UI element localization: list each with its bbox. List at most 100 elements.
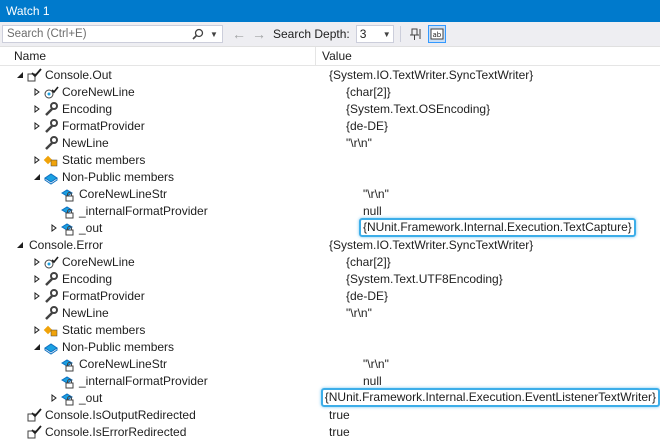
watch-row[interactable]: Non-Public members xyxy=(0,168,660,185)
search-dropdown-chevron-icon[interactable]: ▼ xyxy=(206,30,222,39)
wrench-icon xyxy=(43,101,59,117)
search-forward-arrow-icon[interactable]: → xyxy=(249,26,269,42)
collapsed-triangle-icon[interactable] xyxy=(31,256,43,268)
watch-row[interactable]: FormatProvider {de-DE} xyxy=(0,287,660,304)
watch-row-name-cell: Static members xyxy=(0,322,346,338)
search-box[interactable]: Search (Ctrl+E) ▼ xyxy=(2,25,223,43)
watch-toolbar: Search (Ctrl+E) ▼ ← → Search Depth: 3 ▼ … xyxy=(0,22,660,47)
watch-row-value: true xyxy=(329,407,350,422)
private-field-icon xyxy=(60,373,76,389)
collapsed-triangle-icon[interactable] xyxy=(48,222,60,234)
watch-row-value: {char[2]} xyxy=(346,84,391,99)
watch-row[interactable]: CoreNewLine {char[2]} xyxy=(0,253,660,270)
collapsed-triangle-icon[interactable] xyxy=(31,86,43,98)
watch-row[interactable]: _out {NUnit.Framework.Internal.Execution.… xyxy=(0,218,660,237)
watch-row[interactable]: Console.Error {System.IO.TextWriter.SyncT… xyxy=(0,236,660,253)
watch-row[interactable]: _out {NUnit.Framework.Internal.Execution.… xyxy=(0,388,660,407)
watch-row[interactable]: Encoding {System.Text.OSEncoding} xyxy=(0,100,660,117)
hexadecimal-display-toggle-icon[interactable]: ab xyxy=(427,25,446,43)
watch-row-value-cell: {de-DE} xyxy=(346,289,660,303)
watch-row-name-cell: CoreNewLine xyxy=(0,254,346,270)
non-public-members-icon xyxy=(43,169,59,185)
watch-row-value-cell: null xyxy=(363,204,660,218)
watch-row-name-cell: FormatProvider xyxy=(0,288,346,304)
watch-row-name: Console.IsErrorRedirected xyxy=(45,424,187,439)
collapsed-triangle-icon[interactable] xyxy=(31,154,43,166)
watch-row-name-cell: _internalFormatProvider xyxy=(0,203,363,219)
watch-row-value: null xyxy=(363,203,382,218)
collapsed-triangle-icon[interactable] xyxy=(31,120,43,132)
collapsed-triangle-icon[interactable] xyxy=(31,103,43,115)
watch-row[interactable]: FormatProvider {de-DE} xyxy=(0,117,660,134)
search-back-arrow-icon[interactable]: ← xyxy=(229,26,249,42)
expanded-triangle-icon[interactable] xyxy=(14,239,26,251)
watch-row-name: Static members xyxy=(62,322,146,337)
watch-row-name-cell: Console.IsOutputRedirected xyxy=(0,407,329,423)
watch-row-name: FormatProvider xyxy=(62,118,145,133)
watch-row-value: "\r\n" xyxy=(363,186,389,201)
collapsed-triangle-icon[interactable] xyxy=(48,392,60,404)
watch-row[interactable]: Console.Out {System.IO.TextWriter.SyncTex… xyxy=(0,66,660,83)
collapsed-triangle-icon[interactable] xyxy=(31,290,43,302)
watch-row-value: {System.IO.TextWriter.SyncTextWriter} xyxy=(329,237,534,252)
collapsed-triangle-icon[interactable] xyxy=(31,273,43,285)
watch-row[interactable]: CoreNewLineStr "\r\n" xyxy=(0,185,660,202)
wrench-icon xyxy=(43,135,59,151)
watch-row-value: {de-DE} xyxy=(346,118,389,133)
search-input[interactable]: Search (Ctrl+E) xyxy=(3,28,190,40)
expanded-triangle-icon[interactable] xyxy=(31,171,43,183)
watch-row[interactable]: _internalFormatProvider null xyxy=(0,372,660,389)
watch-row[interactable]: Static members xyxy=(0,321,660,338)
watch-row-name: Non-Public members xyxy=(62,339,175,354)
watch-rows: Console.Out {System.IO.TextWriter.SyncTex… xyxy=(0,66,660,440)
watch-row-name-cell: _internalFormatProvider xyxy=(0,373,363,389)
watch-row-name-cell: CoreNewLineStr xyxy=(0,186,363,202)
watch-row[interactable]: NewLine "\r\n" xyxy=(0,134,660,151)
watch-row-name-cell: FormatProvider xyxy=(0,118,346,134)
search-depth-value: 3 xyxy=(359,27,367,41)
watch-row-value: "\r\n" xyxy=(346,305,372,320)
column-header-name[interactable]: Name xyxy=(0,47,316,65)
watch-row[interactable]: CoreNewLine {char[2]} xyxy=(0,83,660,100)
watch-row-value-cell: {System.Text.UTF8Encoding} xyxy=(346,272,660,286)
watch-row[interactable]: CoreNewLineStr "\r\n" xyxy=(0,355,660,372)
watch-row[interactable]: NewLine "\r\n" xyxy=(0,304,660,321)
watch-row-name: CoreNewLine xyxy=(62,254,135,269)
watch-row[interactable]: Console.IsOutputRedirected true xyxy=(0,406,660,423)
watch-row-value-cell: {de-DE} xyxy=(346,119,660,133)
window-title-bar: Watch 1 xyxy=(0,0,660,22)
watch-row[interactable]: _internalFormatProvider null xyxy=(0,202,660,219)
column-header-value[interactable]: Value xyxy=(316,49,352,63)
highlighted-value: {NUnit.Framework.Internal.Execution.Text… xyxy=(359,218,636,237)
watch-row[interactable]: Encoding {System.Text.UTF8Encoding} xyxy=(0,270,660,287)
watch-row[interactable]: Console.IsErrorRedirected true xyxy=(0,423,660,440)
watch-row-value-cell: "\r\n" xyxy=(363,357,660,371)
watch-row-value: "\r\n" xyxy=(346,135,372,150)
watch-row[interactable]: Non-Public members xyxy=(0,338,660,355)
watch-row-value: "\r\n" xyxy=(363,356,389,371)
private-field-icon xyxy=(60,203,76,219)
watch-row-value-cell: {System.Text.OSEncoding} xyxy=(346,102,660,116)
expanded-triangle-icon[interactable] xyxy=(14,69,26,81)
watch-row-value-cell: {System.IO.TextWriter.SyncTextWriter} xyxy=(329,68,660,82)
non-public-members-icon xyxy=(43,339,59,355)
watch-row-value-cell: {char[2]} xyxy=(346,255,660,269)
watch-row[interactable]: Static members xyxy=(0,151,660,168)
search-depth-select[interactable]: 3 ▼ xyxy=(355,25,394,43)
watch-row-value: null xyxy=(363,373,382,388)
watch-row-name: Console.IsOutputRedirected xyxy=(45,407,196,422)
watch-row-name-cell: Encoding xyxy=(0,271,346,287)
watch-row-name: _out xyxy=(79,390,103,405)
expanded-triangle-icon[interactable] xyxy=(31,341,43,353)
watch-row-name: Encoding xyxy=(62,101,113,116)
collapsed-triangle-icon[interactable] xyxy=(31,324,43,336)
window-title: Watch 1 xyxy=(6,4,50,18)
search-icon[interactable] xyxy=(190,28,206,40)
watch-row-name-cell: Console.Out xyxy=(0,67,329,83)
static-members-icon xyxy=(43,152,59,168)
watch-row-value: true xyxy=(329,424,350,439)
toolbar-separator xyxy=(399,26,401,42)
pin-icon[interactable] xyxy=(407,25,425,43)
watch-row-name: _out xyxy=(79,220,103,235)
watch-row-name-cell: Static members xyxy=(0,152,346,168)
